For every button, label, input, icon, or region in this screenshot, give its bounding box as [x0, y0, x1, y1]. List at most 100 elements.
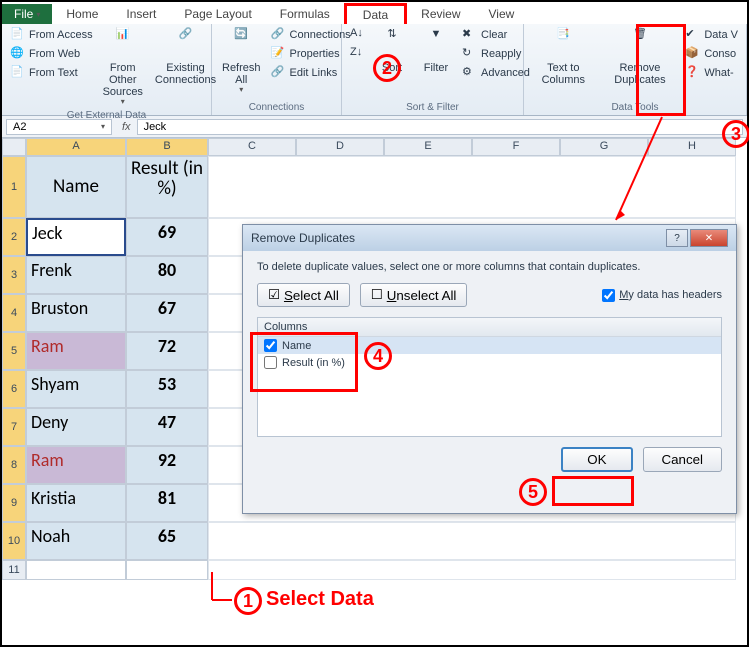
- empty-cells[interactable]: [208, 560, 736, 580]
- row-header[interactable]: 8: [2, 446, 26, 484]
- connections-button[interactable]: 🔗Connections: [269, 26, 353, 44]
- data-validation-button[interactable]: ✔Data V: [683, 26, 740, 44]
- row-header[interactable]: 3: [2, 256, 26, 294]
- annotation-4: 4: [364, 342, 392, 370]
- col-header-C[interactable]: C: [208, 138, 296, 156]
- properties-button[interactable]: 📝Properties: [269, 45, 353, 63]
- col-header-A[interactable]: A: [26, 138, 126, 156]
- cell-result[interactable]: 72: [126, 332, 208, 370]
- row-header-11[interactable]: 11: [2, 560, 26, 580]
- cell-result[interactable]: 81: [126, 484, 208, 522]
- datav-icon: ✔: [685, 27, 701, 43]
- cell-result[interactable]: 65: [126, 522, 208, 560]
- chevron-down-icon: ▾: [101, 122, 105, 131]
- row-header[interactable]: 5: [2, 332, 26, 370]
- from-other-sources-button[interactable]: 📊From Other Sources▾: [99, 26, 147, 109]
- col-header-F[interactable]: F: [472, 138, 560, 156]
- tab-insert[interactable]: Insert: [112, 4, 170, 24]
- reapply-button[interactable]: ↻Reapply: [460, 45, 532, 63]
- group-label-getdata: Get External Data: [8, 109, 205, 123]
- col-header-G[interactable]: G: [560, 138, 648, 156]
- cell-name[interactable]: Noah: [26, 522, 126, 560]
- web-icon: 🌐: [10, 46, 26, 62]
- table-header-result[interactable]: Result (in %): [126, 156, 208, 218]
- existing-connections-button[interactable]: 🔗Existing Connections: [151, 26, 220, 88]
- row-header[interactable]: 10: [2, 522, 26, 560]
- clear-button[interactable]: ✖Clear: [460, 26, 532, 44]
- row-header[interactable]: 6: [2, 370, 26, 408]
- cell-name[interactable]: Deny: [26, 408, 126, 446]
- headers-checkbox-label[interactable]: My data has headers: [602, 289, 722, 302]
- tab-review[interactable]: Review: [407, 4, 474, 24]
- annotation-box-ok: [552, 476, 634, 506]
- empty-cells[interactable]: [208, 522, 736, 560]
- dialog-help-button[interactable]: ?: [666, 229, 688, 247]
- row-header[interactable]: 9: [2, 484, 26, 522]
- tab-pagelayout[interactable]: Page Layout: [170, 4, 265, 24]
- tab-view[interactable]: View: [475, 4, 529, 24]
- annotation-3: 3: [722, 120, 749, 148]
- reapply-icon: ↻: [462, 46, 478, 62]
- what-if-button[interactable]: ❓What-: [683, 64, 740, 82]
- group-label-datatools: Data Tools: [530, 101, 740, 115]
- cell-result[interactable]: 80: [126, 256, 208, 294]
- cell-result[interactable]: 67: [126, 294, 208, 332]
- row-header[interactable]: 7: [2, 408, 26, 446]
- col-header-D[interactable]: D: [296, 138, 384, 156]
- cell-name[interactable]: Ram: [26, 332, 126, 370]
- edit-links-button[interactable]: 🔗Edit Links: [269, 64, 353, 82]
- row-header-1[interactable]: 1: [2, 156, 26, 218]
- cell-result[interactable]: 69: [126, 218, 208, 256]
- text-to-cols-icon: 📑: [547, 28, 579, 60]
- dialog-titlebar[interactable]: Remove Duplicates ? ✕: [243, 225, 736, 251]
- row-header[interactable]: 4: [2, 294, 26, 332]
- consolidate-button[interactable]: 📦Conso: [683, 45, 740, 63]
- tab-home[interactable]: Home: [52, 4, 112, 24]
- annotation-box-removedup: [636, 24, 686, 116]
- cell-name[interactable]: Bruston: [26, 294, 126, 332]
- text-to-columns-button[interactable]: 📑Text to Columns: [530, 26, 597, 88]
- sort-desc-button[interactable]: Z↓: [348, 45, 368, 63]
- cell-name[interactable]: Jeck: [26, 218, 126, 256]
- cell-empty[interactable]: [126, 560, 208, 580]
- headers-checkbox[interactable]: [602, 289, 615, 302]
- formula-input[interactable]: Jeck: [137, 119, 743, 135]
- cell-result[interactable]: 53: [126, 370, 208, 408]
- cancel-button[interactable]: Cancel: [643, 447, 723, 472]
- cell-name[interactable]: Frenk: [26, 256, 126, 294]
- refresh-all-button[interactable]: 🔄Refresh All▾: [218, 26, 265, 97]
- col-header-E[interactable]: E: [384, 138, 472, 156]
- annotation-2: 2: [373, 54, 401, 82]
- cell-name[interactable]: Ram: [26, 446, 126, 484]
- annotation-select-data: Select Data: [266, 588, 374, 611]
- advanced-button[interactable]: ⚙Advanced: [460, 64, 532, 82]
- select-all-corner[interactable]: [2, 138, 26, 156]
- annotation-box-columns: [250, 332, 358, 392]
- col-header-B[interactable]: B: [126, 138, 208, 156]
- filter-button[interactable]: ▼Filter: [416, 26, 456, 76]
- unselect-all-icon: ☐: [371, 287, 383, 303]
- tab-data[interactable]: Data: [344, 3, 407, 24]
- clear-icon: ✖: [462, 27, 478, 43]
- row-header[interactable]: 2: [2, 218, 26, 256]
- empty-cells[interactable]: [208, 156, 736, 218]
- from-text-button[interactable]: 📄From Text: [8, 64, 95, 82]
- cell-name[interactable]: Kristia: [26, 484, 126, 522]
- unselect-all-button[interactable]: ☐Unselect All: [360, 283, 468, 307]
- cell-result[interactable]: 92: [126, 446, 208, 484]
- sort-asc-button[interactable]: A↓: [348, 26, 368, 44]
- dialog-close-button[interactable]: ✕: [690, 229, 728, 247]
- ok-button[interactable]: OK: [561, 447, 632, 472]
- cell-name[interactable]: Shyam: [26, 370, 126, 408]
- file-tab[interactable]: File▾: [2, 4, 52, 24]
- select-all-button[interactable]: ☑Select All: [257, 283, 350, 307]
- tab-formulas[interactable]: Formulas: [266, 4, 344, 24]
- from-web-button[interactable]: 🌐From Web: [8, 45, 95, 63]
- cell-empty[interactable]: [26, 560, 126, 580]
- cell-result[interactable]: 47: [126, 408, 208, 446]
- existing-icon: 🔗: [170, 28, 202, 60]
- access-icon: 📄: [10, 27, 26, 43]
- sort-desc-icon: Z↓: [350, 46, 366, 62]
- from-access-button[interactable]: 📄From Access: [8, 26, 95, 44]
- table-header-name[interactable]: Name: [26, 156, 126, 218]
